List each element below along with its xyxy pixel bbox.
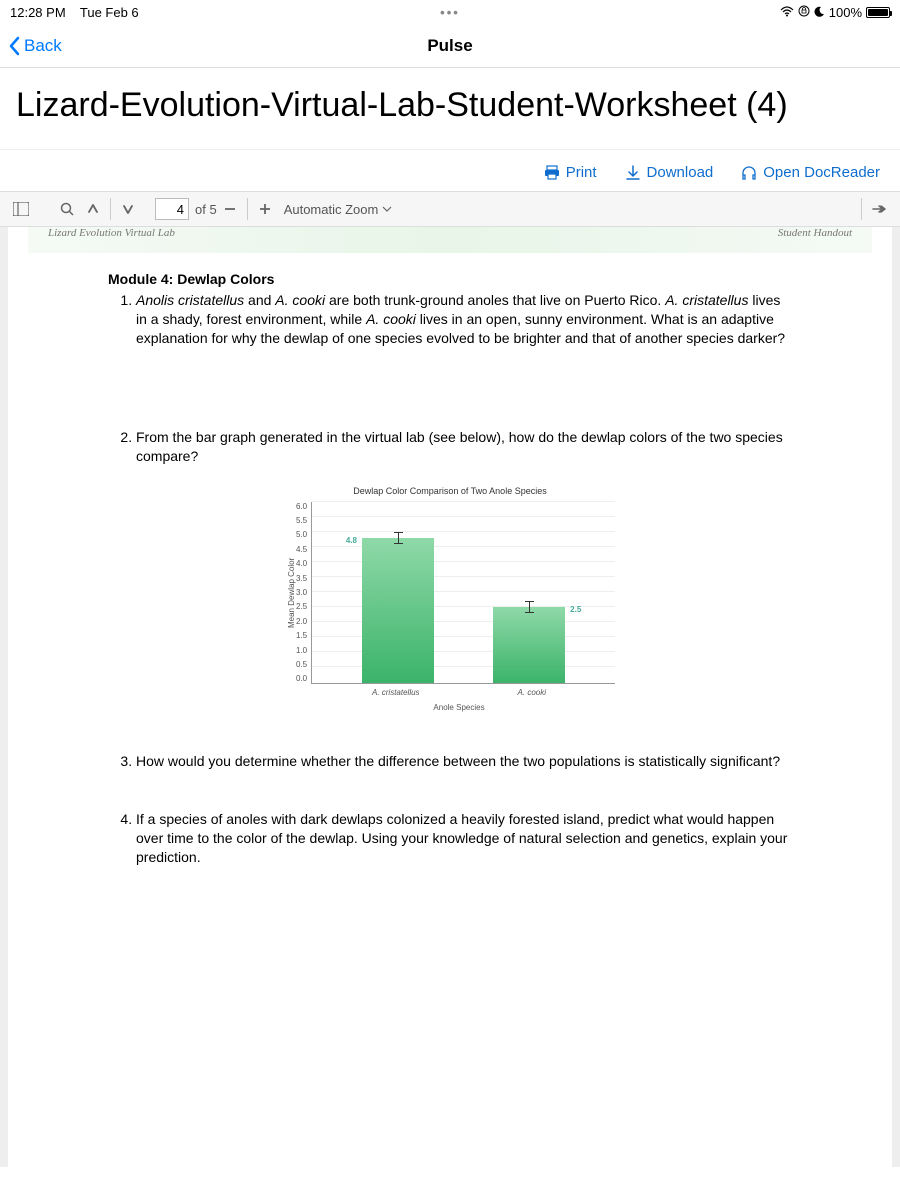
zoom-select[interactable]: Automatic Zoom	[278, 202, 399, 217]
chevron-down-icon	[382, 206, 392, 212]
download-label: Download	[647, 164, 714, 181]
pdf-viewport[interactable]: Lizard Evolution Virtual Lab Student Han…	[0, 227, 900, 1167]
chart-category-labels: A. cristatellusA. cooki	[303, 684, 615, 697]
questions-list: Anolis cristatellus and A. cooki are bot…	[108, 291, 792, 465]
page-total-label: of 5	[195, 202, 217, 217]
download-button[interactable]: Download	[625, 164, 714, 181]
chart-bar: 4.8	[362, 538, 434, 683]
battery-icon	[866, 7, 890, 18]
banner-left: Lizard Evolution Virtual Lab	[48, 227, 175, 239]
status-time-date: 12:28 PM Tue Feb 6	[10, 5, 440, 20]
moon-icon	[814, 5, 825, 20]
status-ellipsis-icon: •••	[440, 5, 460, 20]
document-title: Lizard-Evolution-Virtual-Lab-Student-Wor…	[16, 86, 884, 125]
question-4: If a species of anoles with dark dewlaps…	[136, 810, 792, 867]
sidebar-toggle-button[interactable]	[8, 196, 34, 222]
next-page-button[interactable]	[115, 196, 141, 222]
zoom-out-button[interactable]	[217, 196, 243, 222]
document-header: Lizard-Evolution-Virtual-Lab-Student-Wor…	[0, 68, 900, 150]
chart-yticks: 6.05.55.04.54.03.53.02.52.01.51.00.50.0	[296, 502, 311, 684]
status-time: 12:28 PM	[10, 5, 66, 20]
tools-button[interactable]	[866, 196, 892, 222]
page-number-input[interactable]	[155, 198, 189, 220]
pdf-page-content: Lizard Evolution Virtual Lab Student Han…	[8, 227, 892, 1167]
chevron-left-icon	[8, 36, 20, 56]
chart-ylabel: Mean Dewlap Color	[285, 502, 296, 684]
question-1: Anolis cristatellus and A. cooki are bot…	[136, 291, 792, 348]
pdf-toolbar: of 5 Automatic Zoom	[0, 191, 900, 227]
nav-bar: Back Pulse	[0, 24, 900, 68]
status-date: Tue Feb 6	[80, 5, 139, 20]
nav-title: Pulse	[0, 36, 900, 56]
banner-right: Student Handout	[778, 227, 852, 239]
question-2: From the bar graph generated in the virt…	[136, 428, 792, 466]
module-heading: Module 4: Dewlap Colors	[108, 271, 792, 287]
zoom-in-button[interactable]	[252, 196, 278, 222]
chart-bar: 2.5	[493, 607, 565, 682]
zoom-select-label: Automatic Zoom	[284, 202, 379, 217]
back-label: Back	[24, 36, 62, 56]
bar-chart: Dewlap Color Comparison of Two Anole Spe…	[285, 486, 615, 712]
print-icon	[544, 165, 560, 181]
actions-row: Print Download Open DocReader	[0, 150, 900, 191]
find-button[interactable]	[54, 196, 80, 222]
page-banner: Lizard Evolution Virtual Lab Student Han…	[28, 227, 872, 253]
wifi-icon	[780, 5, 794, 20]
chart-xlabel: Anole Species	[303, 703, 615, 712]
prev-page-button[interactable]	[80, 196, 106, 222]
chart-title: Dewlap Color Comparison of Two Anole Spe…	[285, 486, 615, 496]
headphones-icon	[741, 165, 757, 181]
status-bar: 12:28 PM Tue Feb 6 ••• 100%	[0, 0, 900, 24]
chart-plot-area: 4.8 2.5	[311, 502, 615, 684]
download-icon	[625, 165, 641, 181]
questions-list-cont: How would you determine whether the diff…	[108, 752, 792, 868]
docreader-label: Open DocReader	[763, 164, 880, 181]
orientation-lock-icon	[798, 5, 810, 20]
print-button[interactable]: Print	[544, 164, 597, 181]
open-docreader-button[interactable]: Open DocReader	[741, 164, 880, 181]
question-3: How would you determine whether the diff…	[136, 752, 792, 771]
battery-percent: 100%	[829, 5, 862, 20]
print-label: Print	[566, 164, 597, 181]
back-button[interactable]: Back	[0, 36, 62, 56]
